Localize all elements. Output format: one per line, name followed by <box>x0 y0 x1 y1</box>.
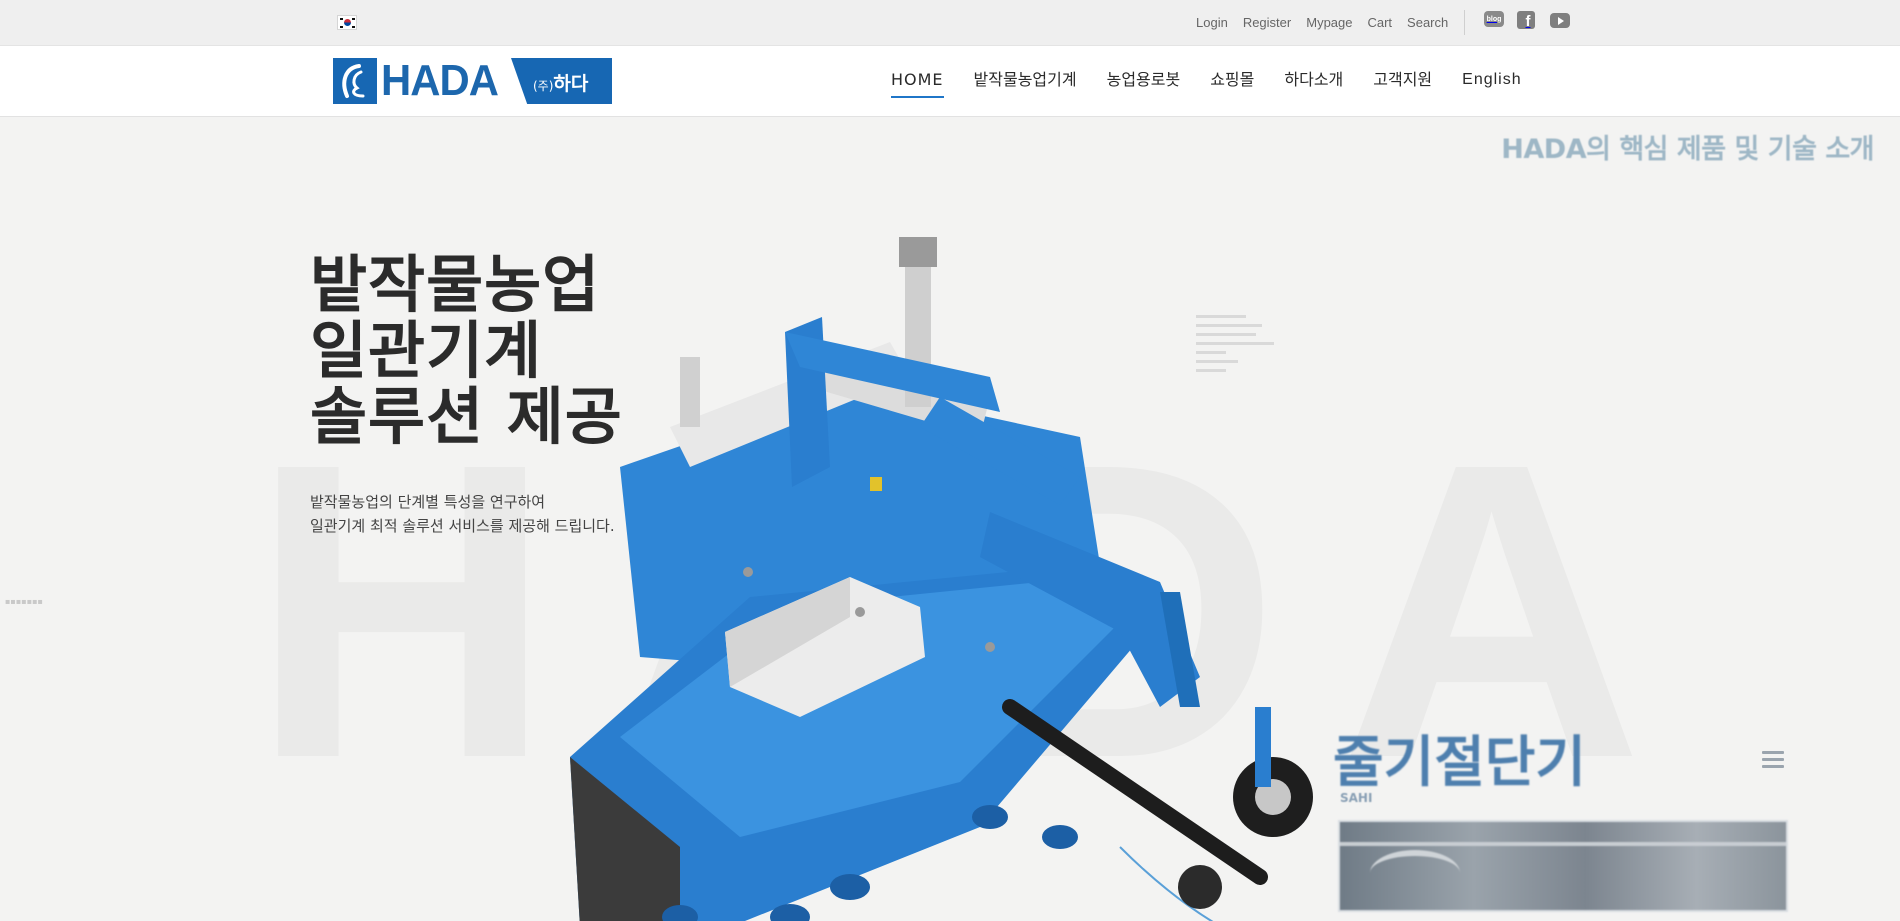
nav-field-crop-machinery[interactable]: 밭작물농업기계 <box>974 70 1077 90</box>
hada-logo[interactable]: HADA (주)하다 <box>333 58 612 104</box>
divider <box>1464 10 1465 35</box>
blog-icon[interactable]: blog <box>1484 11 1504 27</box>
logo-mark-icon <box>333 58 377 104</box>
nav-english[interactable]: English <box>1462 70 1521 90</box>
nav-support[interactable]: 고객지원 <box>1373 70 1432 90</box>
product-subtitle: SAHI <box>1340 791 1373 805</box>
main-nav: HOME 밭작물농업기계 농업용로봇 쇼핑몰 하다소개 고객지원 English <box>891 70 1522 98</box>
nav-home[interactable]: HOME <box>891 70 944 98</box>
logo-corp-prefix: (주) <box>533 79 554 93</box>
korean-flag-icon[interactable] <box>337 15 357 30</box>
cart-link[interactable]: Cart <box>1367 16 1392 30</box>
utility-links: Login Register Mypage Cart Search <box>1196 16 1463 30</box>
top-utility-bar: Login Register Mypage Cart Search blog f <box>0 0 1900 46</box>
youtube-icon[interactable] <box>1550 13 1570 28</box>
product-name: 줄기절단기 <box>1333 730 1587 794</box>
hamburger-menu-icon[interactable] <box>1762 751 1784 769</box>
hero-headline-line: 밭작물농업 <box>310 248 601 321</box>
register-link[interactable]: Register <box>1243 16 1291 30</box>
hero-headline-line: 솔루션 제공 <box>310 380 623 453</box>
hero-description-line: 밭작물농업의 단계별 특성을 연구하여 <box>310 493 546 511</box>
nav-shopping-mall[interactable]: 쇼핑몰 <box>1210 70 1254 90</box>
taeguk-icon <box>344 19 351 26</box>
facebook-icon[interactable]: f <box>1517 11 1535 30</box>
logo-ko-name: 하다 <box>553 73 589 95</box>
logo-korean-name: (주)하다 <box>511 58 612 104</box>
main-header: HADA (주)하다 HOME 밭작물농업기계 농업용로봇 쇼핑몰 하다소개 고… <box>0 46 1900 117</box>
nav-about[interactable]: 하다소개 <box>1284 70 1343 90</box>
hero-banner: HADA HADA의 핵심 제품 및 기술 소개 <box>0 117 1900 921</box>
faint-side-label: ▪▪▪▪▪▪▪ <box>5 597 43 606</box>
hero-description: 밭작물농업의 단계별 특성을 연구하여 일관기계 최적 솔루션 서비스를 제공해… <box>310 490 615 538</box>
hero-description-line: 일관기계 최적 솔루션 서비스를 제공해 드립니다. <box>310 517 615 535</box>
nav-agri-robot[interactable]: 농업용로봇 <box>1107 70 1181 90</box>
stem-cutter-machine-image <box>570 237 1313 921</box>
hero-headline: 밭작물농업 일관기계 솔루션 제공 <box>310 252 623 450</box>
product-thumbnail[interactable] <box>1338 820 1788 912</box>
search-link[interactable]: Search <box>1407 16 1448 30</box>
hero-headline-line: 일관기계 <box>310 314 543 387</box>
hero-tagline: HADA의 핵심 제품 및 기술 소개 <box>1501 134 1874 165</box>
login-link[interactable]: Login <box>1196 16 1228 30</box>
logo-wordmark: HADA <box>381 56 499 105</box>
blog-icon-label: blog <box>1486 15 1502 23</box>
mypage-link[interactable]: Mypage <box>1306 16 1352 30</box>
